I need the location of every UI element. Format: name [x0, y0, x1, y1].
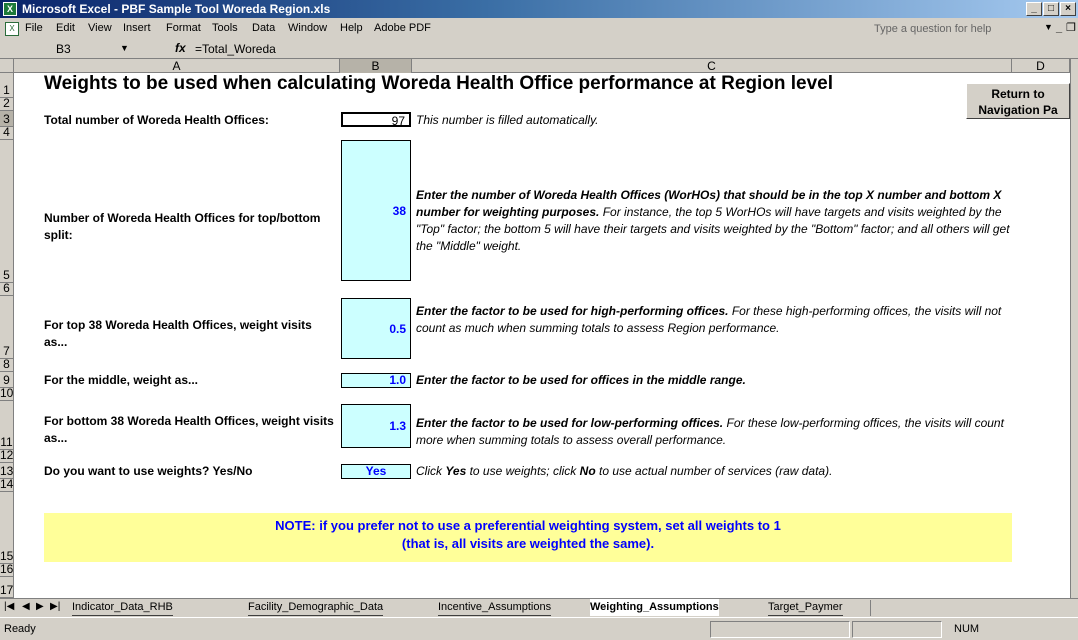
menu-format[interactable]: Format: [166, 22, 201, 34]
row-header[interactable]: 2: [0, 96, 14, 111]
status-panel: [710, 621, 850, 638]
menu-bar: X File Edit View Insert Format Tools Dat…: [0, 19, 1078, 39]
first-sheet-icon[interactable]: |◀: [4, 601, 14, 612]
maximize-button[interactable]: □: [1043, 2, 1059, 16]
help-search-input[interactable]: Type a question for help: [870, 21, 1038, 37]
top-weight-description-bold: Enter the factor to be used for high-per…: [416, 304, 729, 318]
status-panel: [852, 621, 942, 638]
row-header[interactable]: 10: [0, 386, 14, 401]
total-offices-cell[interactable]: 97: [341, 112, 411, 128]
row-header[interactable]: 7: [0, 296, 14, 359]
note-line-1: NOTE: if you prefer not to use a prefere…: [275, 518, 781, 533]
tab-incentive-assumptions[interactable]: Incentive_Assumptions: [438, 599, 552, 616]
workbook-restore-icon[interactable]: ❐: [1066, 21, 1076, 34]
column-header-b[interactable]: B: [340, 59, 412, 73]
menu-tools[interactable]: Tools: [212, 22, 238, 34]
sheet-tab-bar: |◀ ◀ ▶ ▶| Indicator_Data_RHB Facility_De…: [0, 598, 1078, 616]
row-header[interactable]: 4: [0, 125, 14, 140]
bottom-weight-label: For bottom 38 Woreda Health Offices, wei…: [44, 414, 334, 445]
return-navigation-button[interactable]: Return to Navigation Pa: [966, 83, 1070, 119]
bottom-weight-cell[interactable]: 1.3: [341, 404, 411, 448]
split-description: Enter the number of Woreda Health Office…: [416, 187, 1010, 255]
num-lock-indicator: NUM: [954, 623, 980, 635]
split-cell[interactable]: 38: [341, 140, 411, 281]
total-offices-label: Total number of Woreda Health Offices:: [44, 113, 269, 127]
column-header-d[interactable]: D: [1012, 59, 1070, 73]
use-weights-desc-part: to use actual number of services (raw da…: [599, 464, 833, 478]
menu-view[interactable]: View: [88, 22, 112, 34]
menu-help[interactable]: Help: [340, 22, 363, 34]
menu-data[interactable]: Data: [252, 22, 275, 34]
function-icon[interactable]: fx: [175, 41, 186, 55]
tab-facility-demographic-data[interactable]: Facility_Demographic_Data: [248, 599, 384, 616]
title-bar: X Microsoft Excel - PBF Sample Tool Wore…: [0, 0, 1078, 18]
menu-adobe-pdf[interactable]: Adobe PDF: [374, 22, 431, 34]
document-icon[interactable]: X: [5, 22, 19, 36]
chevron-down-icon[interactable]: ▼: [1044, 22, 1053, 32]
column-header-a[interactable]: A: [14, 59, 340, 73]
window-title: Microsoft Excel - PBF Sample Tool Woreda…: [22, 2, 331, 16]
column-header-c[interactable]: C: [412, 59, 1012, 73]
row-header[interactable]: 8: [0, 357, 14, 372]
middle-weight-description: Enter the factor to be used for offices …: [416, 373, 746, 387]
total-offices-description: This number is filled automatically.: [416, 113, 599, 127]
bottom-weight-description: Enter the factor to be used for low-perf…: [416, 415, 1010, 449]
use-weights-cell[interactable]: Yes: [341, 464, 411, 479]
row-header[interactable]: 14: [0, 477, 14, 492]
worksheet[interactable]: A B C D 1 2 3 4 5 6 7 8 9 10 11 12 13 14…: [0, 59, 1070, 598]
workbook-minimize-icon[interactable]: _: [1056, 22, 1062, 34]
use-weights-desc-no: No: [579, 464, 596, 478]
status-text: Ready: [4, 623, 36, 635]
bottom-weight-description-bold: Enter the factor to be used for low-perf…: [416, 416, 724, 430]
row-header[interactable]: 15: [0, 492, 14, 564]
row-header[interactable]: 16: [0, 562, 14, 577]
row-header[interactable]: 6: [0, 281, 14, 296]
row-header[interactable]: 5: [0, 140, 14, 283]
row-header[interactable]: 17: [0, 577, 14, 598]
top-weight-description: Enter the factor to be used for high-per…: [416, 303, 1010, 337]
tab-indicator-data-rhb[interactable]: Indicator_Data_RHB: [72, 599, 173, 616]
tab-target-payment[interactable]: Target_Paymer: [768, 599, 843, 616]
menu-file[interactable]: File: [25, 22, 43, 34]
menu-insert[interactable]: Insert: [123, 22, 151, 34]
use-weights-desc-part: to use weights; click: [469, 464, 577, 478]
status-bar: Ready NUM: [0, 617, 1078, 640]
row-header[interactable]: 1: [0, 73, 14, 98]
horizontal-scrollbar[interactable]: [870, 600, 1070, 616]
formula-bar: B3 ▼ fx =Total_Woreda: [0, 39, 1078, 59]
note-line-2: (that is, all visits are weighted the sa…: [401, 536, 655, 551]
prev-sheet-icon[interactable]: ◀: [22, 601, 30, 612]
use-weights-description: Click Yes to use weights; click No to us…: [416, 464, 832, 479]
top-weight-label: For top 38 Woreda Health Offices, weight…: [44, 318, 312, 349]
note-box: NOTE: if you prefer not to use a prefere…: [44, 513, 1012, 562]
row-header[interactable]: 12: [0, 448, 14, 463]
name-box-dropdown-icon[interactable]: ▼: [120, 43, 129, 53]
next-sheet-icon[interactable]: ▶: [36, 601, 44, 612]
use-weights-label: Do you want to use weights? Yes/No: [44, 464, 253, 478]
split-label: Number of Woreda Health Offices for top/…: [44, 211, 321, 242]
select-all-corner[interactable]: [0, 59, 14, 73]
tab-weighting-assumptions[interactable]: Weighting_Assumptions: [590, 599, 719, 616]
close-button[interactable]: ×: [1060, 2, 1076, 16]
vertical-scrollbar[interactable]: [1070, 59, 1078, 598]
formula-input[interactable]: =Total_Woreda: [195, 42, 276, 56]
middle-weight-label: For the middle, weight as...: [44, 373, 199, 387]
excel-app-icon[interactable]: X: [3, 2, 17, 16]
menu-edit[interactable]: Edit: [56, 22, 75, 34]
menu-window[interactable]: Window: [288, 22, 327, 34]
page-title: Weights to be used when calculating Wore…: [44, 73, 834, 94]
last-sheet-icon[interactable]: ▶|: [50, 601, 60, 612]
middle-weight-cell[interactable]: 1.0: [341, 373, 411, 388]
top-weight-cell[interactable]: 0.5: [341, 298, 411, 359]
use-weights-desc-yes: Yes: [445, 464, 467, 478]
column-header-bar: A B C D: [0, 59, 1070, 73]
row-header[interactable]: 11: [0, 401, 14, 450]
minimize-button[interactable]: _: [1026, 2, 1042, 16]
use-weights-desc-part: Click: [416, 464, 442, 478]
